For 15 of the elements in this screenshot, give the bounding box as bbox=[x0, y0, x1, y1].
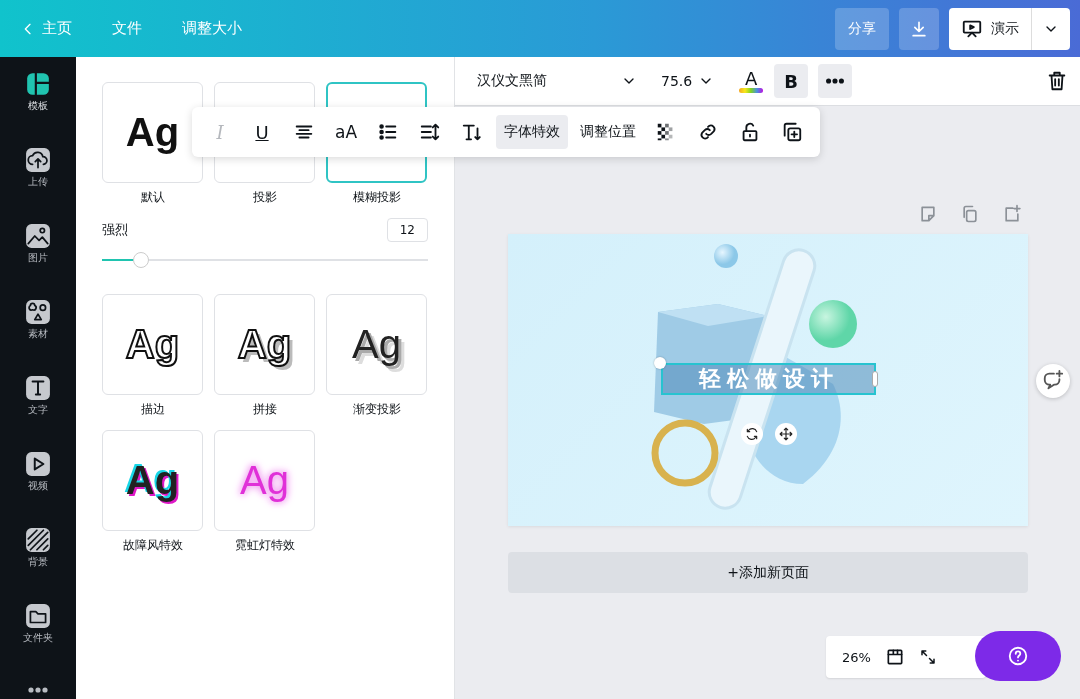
effect-label: 投影 bbox=[252, 189, 277, 206]
effect-sample: Ag bbox=[240, 458, 289, 503]
effect-sample: Ag bbox=[125, 322, 180, 367]
effect-label: 故障风特效 bbox=[122, 537, 183, 554]
effect-label: 拼接 bbox=[252, 401, 277, 418]
effect-label: 描边 bbox=[140, 401, 165, 418]
effect-label: 默认 bbox=[140, 189, 165, 206]
slider-label: 强烈 bbox=[102, 221, 128, 239]
effect-sample: Ag bbox=[125, 110, 180, 155]
design-text: 轻松做设计 bbox=[698, 365, 839, 393]
effect-label: 霓虹灯特效 bbox=[234, 537, 295, 554]
effect-label: 模糊投影 bbox=[352, 189, 401, 206]
effect-label: 渐变投影 bbox=[352, 401, 401, 418]
effect-sample: Ag bbox=[352, 322, 401, 367]
effect-sample: Ag bbox=[125, 458, 180, 503]
